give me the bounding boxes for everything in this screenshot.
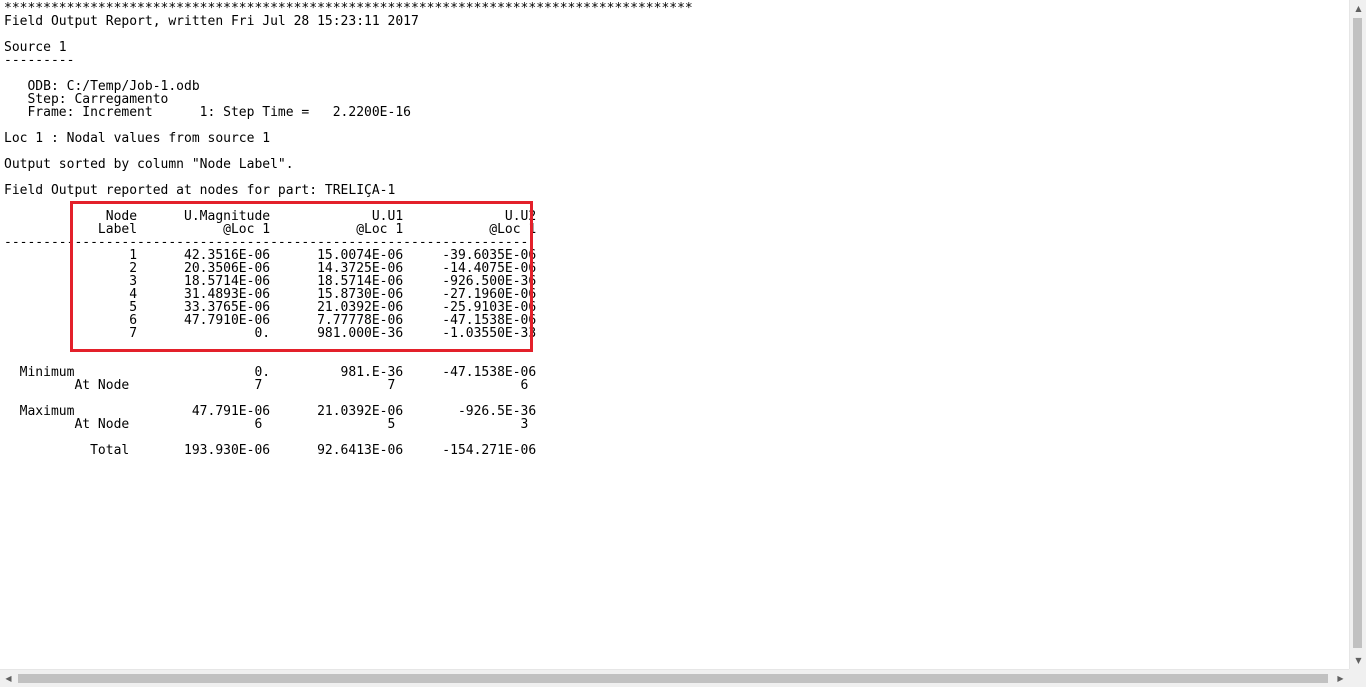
vertical-scrollbar[interactable]: ▲ ▼	[1349, 0, 1366, 669]
report-line: Field Output reported at nodes for part:…	[4, 183, 396, 198]
report-line: Loc 1 : Nodal values from source 1	[4, 131, 271, 146]
scroll-left-icon[interactable]: ◀	[0, 670, 17, 687]
report-line: Total 193.930E-06 92.6413E-06 -154.271E-…	[4, 443, 537, 458]
report-line: Source 1	[4, 40, 67, 55]
report-line	[4, 340, 693, 353]
report-line: Output sorted by column "Node Label".	[4, 157, 294, 172]
horizontal-scroll-thumb[interactable]	[18, 674, 1328, 683]
scroll-down-icon[interactable]: ▼	[1350, 652, 1366, 669]
scrollbar-corner	[1349, 669, 1366, 687]
report-line: Field Output Report, written Fri Jul 28 …	[4, 14, 419, 29]
report-line	[4, 28, 693, 41]
scroll-right-icon[interactable]: ▶	[1332, 670, 1349, 687]
report-line: ---------	[4, 53, 75, 68]
report-line: At Node 6 5 3	[4, 417, 529, 432]
scroll-up-icon[interactable]: ▲	[1350, 0, 1366, 17]
report-line: 7 0. 981.000E-36 -1.03550E-33	[4, 326, 537, 341]
field-output-report: ****************************************…	[4, 2, 693, 457]
horizontal-scrollbar[interactable]: ◀ ▶	[0, 669, 1349, 687]
report-line: At Node 7 7 6	[4, 378, 529, 393]
report-document-area[interactable]: ****************************************…	[0, 0, 1349, 669]
report-line: Frame: Increment 1: Step Time = 2.2200E-…	[4, 105, 411, 120]
vertical-scroll-thumb[interactable]	[1353, 18, 1362, 648]
